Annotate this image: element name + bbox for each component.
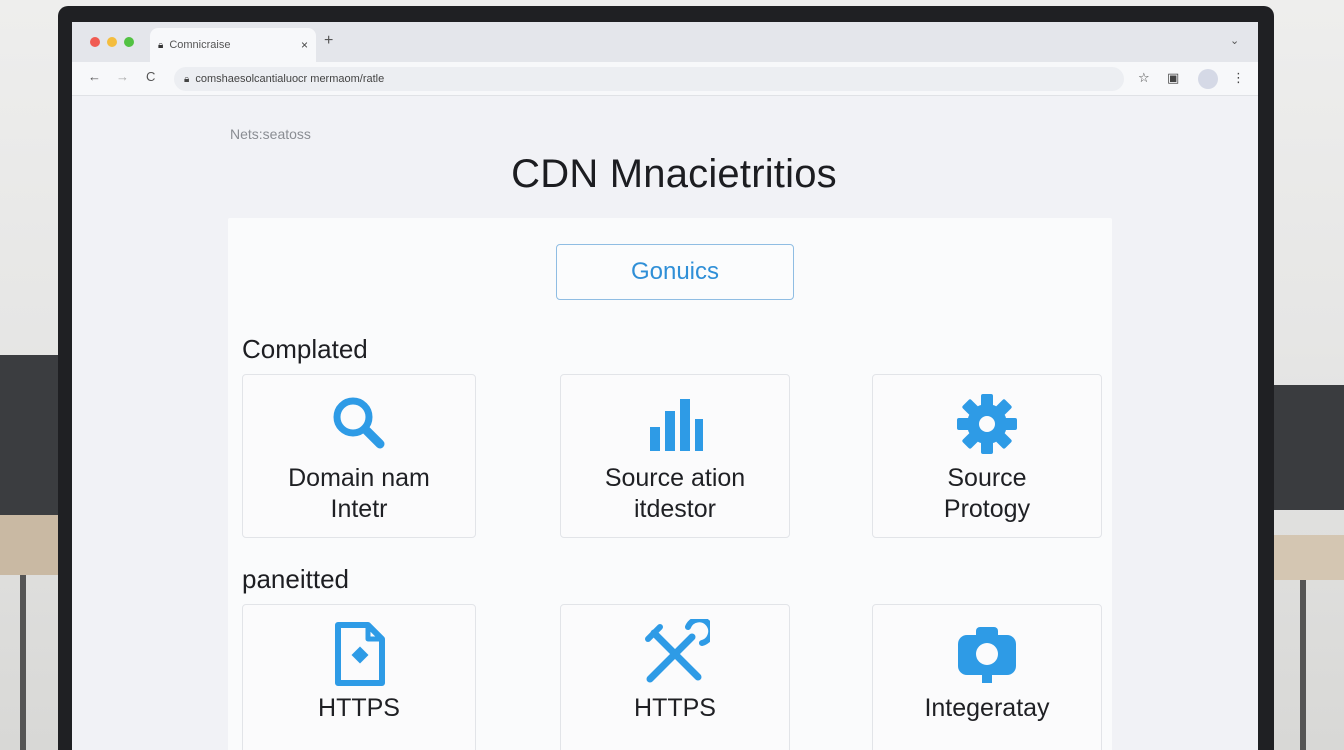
background-desk	[0, 515, 60, 575]
bar-chart-icon	[650, 399, 703, 451]
background-desk-leg	[1300, 580, 1306, 750]
card-integeratay[interactable]: Integeratay	[872, 604, 1102, 750]
browser-tab[interactable]: 🔒︎ Comnicraise ×	[150, 28, 316, 62]
chevron-down-icon[interactable]: ⌄	[1230, 34, 1239, 47]
card-label: Source Protogy	[943, 464, 1031, 523]
reader-icon[interactable]: ▣	[1167, 70, 1179, 86]
search-icon	[333, 397, 385, 449]
tools-icon	[645, 619, 710, 683]
section-label-permitted: paneitted	[242, 564, 349, 594]
card-https[interactable]: HTTPS	[242, 604, 476, 750]
card-source-protogy[interactable]: Source Protogy	[872, 374, 1102, 538]
section-label-completed: Complated	[242, 334, 368, 364]
reload-button[interactable]: C	[146, 69, 155, 84]
card-label: HTTPS	[634, 694, 716, 722]
new-tab-button[interactable]: +	[324, 32, 333, 50]
background-desk	[1270, 535, 1344, 580]
menu-icon[interactable]: ⋮	[1232, 70, 1245, 86]
tab-title: Comnicraise	[169, 39, 231, 51]
back-button[interactable]: ←	[88, 69, 101, 84]
card-label: Integeratay	[924, 694, 1050, 722]
url-text: comshaesolcantialuocr mermaom/ratle	[195, 73, 385, 85]
background-desk-leg	[20, 575, 26, 750]
camera-icon	[958, 627, 1016, 683]
background-monitor	[0, 355, 58, 515]
window-maximize-button[interactable]	[124, 37, 134, 47]
card-label: Source ation itdestor	[604, 464, 746, 523]
card-https-tools[interactable]: HTTPS	[560, 604, 790, 750]
lock-icon: 🔒︎	[184, 73, 190, 85]
browser-window: 🔒︎ Comnicraise × + ⌄ ← → C 🔒︎ comshaesol…	[72, 22, 1258, 750]
page-title: CDN Mnacietritios	[511, 152, 837, 196]
primary-button[interactable]: Gonuics	[556, 244, 794, 300]
star-icon[interactable]: ☆	[1138, 70, 1150, 86]
address-bar[interactable]: 🔒︎ comshaesolcantialuocr mermaom/ratle	[174, 67, 1124, 91]
tab-strip: 🔒︎ Comnicraise × + ⌄	[72, 22, 1258, 62]
card-source-ation[interactable]: Source ation itdestor	[560, 374, 790, 538]
background-monitor	[1272, 385, 1344, 510]
window-close-button[interactable]	[90, 37, 100, 47]
card-label: Domain nam Intetr	[288, 464, 430, 523]
breadcrumb[interactable]: Nets:seatoss	[230, 126, 311, 142]
close-tab-icon[interactable]: ×	[301, 38, 308, 52]
gear-icon	[957, 394, 1017, 454]
avatar[interactable]	[1198, 69, 1218, 89]
card-label: HTTPS	[318, 694, 400, 722]
browser-toolbar: ← → C 🔒︎ comshaesolcantialuocr mermaom/r…	[72, 62, 1258, 96]
forward-button[interactable]: →	[116, 69, 129, 84]
lock-icon: 🔒︎	[158, 39, 164, 51]
document-icon	[335, 622, 385, 686]
card-domain-name[interactable]: Domain nam Intetr	[242, 374, 476, 538]
window-minimize-button[interactable]	[107, 37, 117, 47]
